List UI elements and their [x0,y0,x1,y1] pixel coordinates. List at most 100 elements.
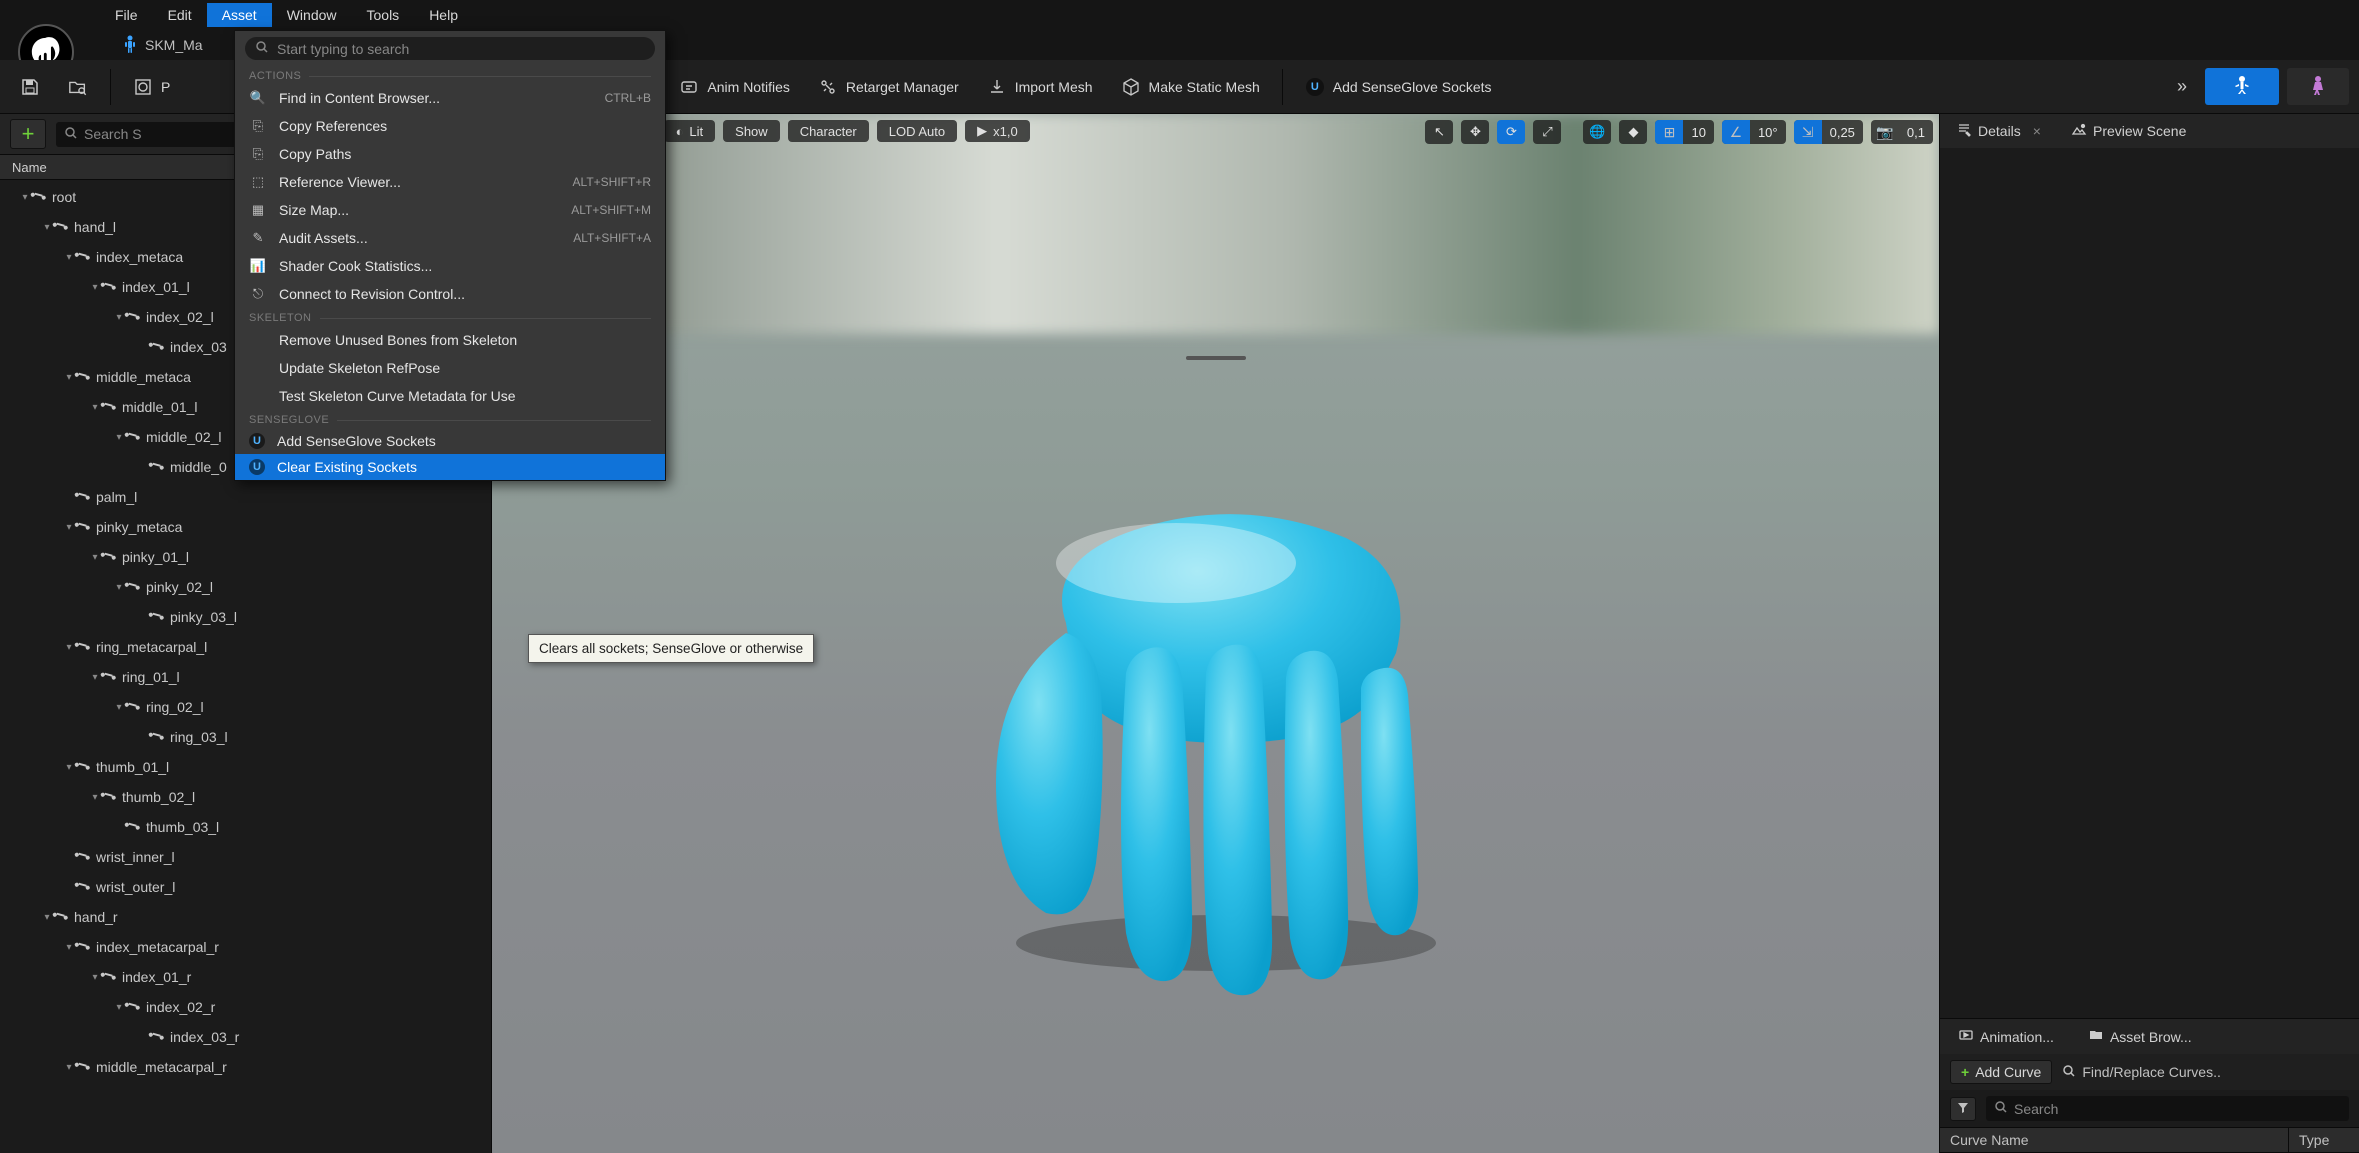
bone-label: pinky_03_l [170,609,237,625]
bone-label: index_02_l [146,309,214,325]
menu-clear-existing-sockets[interactable]: UClear Existing Sockets [235,454,665,480]
bone-row[interactable]: ▾ring_02_l [0,692,491,722]
bone-label: palm_l [96,489,137,505]
menu-size-map[interactable]: ▦Size Map...ALT+SHIFT+M [235,196,665,224]
menu-copy-references[interactable]: ⎘Copy References [235,112,665,140]
bone-row[interactable]: ring_03_l [0,722,491,752]
character-pill[interactable]: Character [788,120,869,142]
menubar: File Edit Asset Window Tools Help [0,0,2359,30]
copy-icon: ⎘ [249,117,267,135]
surface-snap[interactable]: ◆ [1619,120,1647,144]
static-mesh-icon [1121,77,1141,97]
details-tab[interactable]: Details× [1948,118,2049,145]
curve-name-column[interactable]: Curve Name [1940,1128,2289,1152]
bone-row[interactable]: index_03_r [0,1022,491,1052]
curve-search-input[interactable]: Search [1986,1096,2349,1121]
menu-tools[interactable]: Tools [352,3,415,27]
overflow-button[interactable]: » [2167,70,2197,103]
asset-browser-tab[interactable]: Asset Brow... [2080,1023,2200,1050]
bone-row[interactable]: ▾index_metacarpal_r [0,932,491,962]
import-mesh-button[interactable]: Import Mesh [977,71,1103,103]
find-replace-curves[interactable]: Find/Replace Curves.. [2062,1064,2221,1081]
skeleton-mode-button[interactable] [2205,68,2279,105]
import-mesh-label: Import Mesh [1015,79,1093,95]
bone-row[interactable]: pinky_03_l [0,602,491,632]
preview-scene-tab[interactable]: Preview Scene [2063,118,2194,145]
menu-window[interactable]: Window [272,3,352,27]
bone-row[interactable]: ▾index_01_r [0,962,491,992]
camera-speed[interactable]: 📷0,1 [1871,120,1933,144]
menu-asset[interactable]: Asset [207,3,272,27]
menu-search-input[interactable]: Start typing to search [245,37,655,60]
bone-row[interactable]: thumb_03_l [0,812,491,842]
menu-audit-assets[interactable]: ✎Audit Assets...ALT+SHIFT+A [235,224,665,252]
bone-row[interactable]: ▾index_02_r [0,992,491,1022]
preview-mesh-button[interactable]: P [123,71,180,103]
bone-row[interactable]: ▾ring_01_l [0,662,491,692]
bone-row[interactable]: ▾hand_r [0,902,491,932]
lod-pill[interactable]: LOD Auto [877,120,957,142]
document-tab[interactable]: SKM_Ma [115,33,211,58]
angle-snap[interactable]: ∠10° [1722,120,1786,144]
curve-type-column[interactable]: Type [2289,1128,2359,1152]
make-static-mesh-button[interactable]: Make Static Mesh [1111,71,1270,103]
scale-tool[interactable]: ⤢ [1533,120,1561,144]
menu-edit[interactable]: Edit [153,3,207,27]
bone-label: middle_metaca [96,369,191,385]
animation-tab[interactable]: Animation... [1950,1023,2062,1050]
play-icon: ▶ [977,123,987,139]
add-curve-button[interactable]: +Add Curve [1950,1060,2052,1084]
bone-icon [29,186,50,208]
bone-row[interactable]: ▾pinky_metaca [0,512,491,542]
menu-help[interactable]: Help [414,3,473,27]
translate-tool[interactable]: ✥ [1461,120,1489,144]
bone-row[interactable]: ▾ring_metacarpal_l [0,632,491,662]
bone-row[interactable]: palm_l [0,482,491,512]
bone-row[interactable]: ▾pinky_01_l [0,542,491,572]
rotate-tool[interactable]: ⟳ [1497,120,1525,144]
copy-path-icon: ⎘ [249,145,267,163]
bone-row[interactable]: wrist_outer_l [0,872,491,902]
plus-icon: + [1961,1064,1969,1080]
playrate-pill[interactable]: ▶x1,0 [965,120,1030,142]
bone-icon [73,246,94,268]
menu-update-skeleton-refpose[interactable]: Update Skeleton RefPose [235,354,665,382]
retarget-manager-button[interactable]: Retarget Manager [808,71,969,103]
bone-row[interactable]: ▾thumb_02_l [0,782,491,812]
bone-row[interactable]: ▾thumb_01_l [0,752,491,782]
select-tool[interactable]: ↖ [1425,120,1453,144]
menu-test-skeleton-curve-metadata[interactable]: Test Skeleton Curve Metadata for Use [235,382,665,410]
tooltip: Clears all sockets; SenseGlove or otherw… [528,634,814,663]
menu-find-in-content-browser[interactable]: 🔍Find in Content Browser...CTRL+B [235,84,665,112]
save-button[interactable] [10,71,50,103]
notify-icon [679,77,699,97]
scale-snap[interactable]: ⇲0,25 [1794,120,1863,144]
menu-add-senseglove-sockets[interactable]: UAdd SenseGlove Sockets [235,428,665,454]
drag-handle[interactable] [1186,356,1246,360]
retarget-manager-label: Retarget Manager [846,79,959,95]
menu-copy-paths[interactable]: ⎘Copy Paths [235,140,665,168]
world-local-toggle[interactable]: 🌐 [1583,120,1611,144]
right-bottom-tabs: Animation... Asset Brow... [1940,1018,2359,1054]
bone-row[interactable]: ▾pinky_02_l [0,572,491,602]
bone-icon [147,606,168,628]
grid-snap[interactable]: ⊞10 [1655,120,1713,144]
browse-button[interactable] [58,71,98,103]
search-icon [1994,1100,2008,1117]
add-senseglove-sockets-button[interactable]: UAdd SenseGlove Sockets [1295,71,1502,103]
menu-reference-viewer[interactable]: ⬚Reference Viewer...ALT+SHIFT+R [235,168,665,196]
menu-remove-unused-bones[interactable]: Remove Unused Bones from Skeleton [235,326,665,354]
bone-row[interactable]: ▾middle_metacarpal_r [0,1052,491,1082]
mesh-mode-button[interactable] [2287,68,2349,105]
bone-label: pinky_metaca [96,519,182,535]
bone-row[interactable]: wrist_inner_l [0,842,491,872]
menu-file[interactable]: File [100,3,153,27]
filter-button[interactable] [1950,1097,1976,1121]
menu-shader-cook-statistics[interactable]: 📊Shader Cook Statistics... [235,252,665,280]
close-tab-icon[interactable]: × [2033,123,2041,139]
lit-pill[interactable]: ◐Lit [664,120,716,142]
menu-connect-revision-control[interactable]: ⎋Connect to Revision Control... [235,280,665,308]
anim-notifies-button[interactable]: Anim Notifies [669,71,799,103]
add-bone-button[interactable]: + [10,119,46,149]
show-pill[interactable]: Show [723,120,780,142]
